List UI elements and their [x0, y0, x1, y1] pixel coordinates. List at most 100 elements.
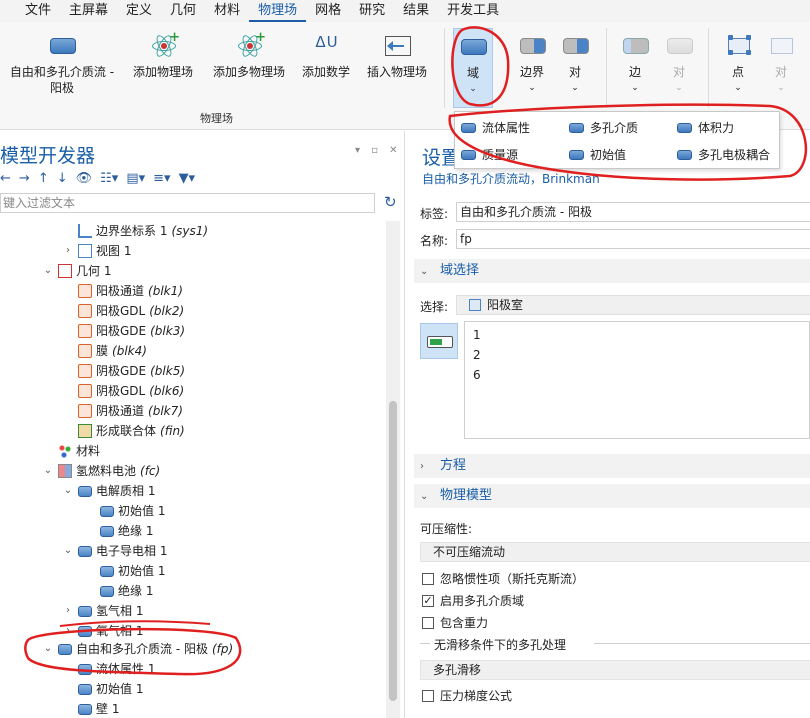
tree-item[interactable]: 材料 — [42, 441, 100, 461]
menu-item-volume-force[interactable]: 体积力 — [677, 119, 734, 136]
tree-item[interactable]: ⌄ 几何 1 — [42, 261, 111, 281]
tree-item[interactable]: 阴极GDL (blk6) — [62, 381, 184, 401]
menu-tab-mesh[interactable]: 网格 — [306, 0, 350, 22]
forward-arrow-icon[interactable]: → — [19, 171, 30, 186]
noslip-dropdown[interactable]: 多孔滑移 — [420, 660, 810, 680]
menu-tab-file[interactable]: 文件 — [16, 0, 60, 22]
domain-button[interactable]: 域 ⌄ — [453, 28, 493, 108]
tree-item[interactable]: ⌄ 电解质相 1 — [62, 481, 156, 501]
up-arrow-icon[interactable]: ↑ — [38, 171, 49, 186]
tree-expand-icon[interactable]: ☷▾ — [100, 171, 118, 186]
include-gravity-checkbox[interactable]: 包含重力 — [422, 614, 488, 631]
list-item[interactable]: 2 — [473, 348, 481, 362]
point-button[interactable]: 点 ⌄ — [720, 28, 756, 96]
pair-button[interactable]: 对 ⌄ — [560, 28, 590, 96]
menu-item-mass-source[interactable]: 质量源 — [461, 146, 518, 163]
tree-collapse-icon[interactable]: ▤▾ — [126, 171, 145, 186]
tree-item[interactable]: ⌄ 电子导电相 1 — [62, 541, 168, 561]
scrollbar-thumb[interactable] — [389, 401, 397, 701]
menu-item-porous-medium[interactable]: 多孔介质 — [569, 119, 638, 136]
section-equation[interactable]: › 方程 — [414, 454, 810, 478]
list-item[interactable]: 6 — [473, 368, 481, 382]
tree-item-selected[interactable]: ⌄ 自由和多孔介质流 - 阳极 (fp) — [42, 639, 233, 659]
chevron-down-icon[interactable]: ⌄ — [62, 541, 74, 561]
refresh-icon[interactable]: ↻ — [384, 193, 397, 211]
tree-item[interactable]: 膜 (blk4) — [62, 341, 147, 361]
edge-pair-icon — [665, 32, 693, 60]
tree-item-label: 视图 1 — [96, 244, 132, 258]
tree-item[interactable]: 阳极GDL (blk2) — [62, 301, 184, 321]
selection-list[interactable]: 1 2 6 — [464, 321, 810, 439]
compressibility-dropdown[interactable]: 不可压缩流动 — [420, 542, 810, 562]
tree-item[interactable]: 初始值 1 — [62, 679, 143, 699]
menu-tab-developer[interactable]: 开发工具 — [438, 0, 508, 22]
tree-item[interactable]: 壁 1 — [62, 699, 119, 718]
list-view-icon[interactable]: ≡▾ — [153, 171, 170, 186]
tree-item[interactable]: 绝缘 1 — [84, 581, 153, 601]
menu-tab-definitions[interactable]: 定义 — [117, 0, 161, 22]
filter-input[interactable]: 键入过滤文本 — [0, 193, 375, 213]
tree-item[interactable]: 阳极通道 (blk1) — [62, 281, 183, 301]
chevron-right-icon[interactable]: › — [62, 621, 74, 641]
label-field[interactable]: 自由和多孔介质流 - 阳极 — [456, 202, 810, 222]
tree-scrollbar[interactable] — [386, 221, 400, 718]
menu-tab-physics[interactable]: 物理场 — [249, 0, 307, 22]
add-math-button[interactable]: ΔU 添加数学 — [298, 28, 354, 80]
section-domain-selection[interactable]: ⌄ 域选择 — [414, 259, 810, 283]
edge-button[interactable]: 边 ⌄ — [618, 28, 652, 96]
tree-item[interactable]: 阴极GDE (blk5) — [62, 361, 185, 381]
tree-item[interactable]: 阴极通道 (blk7) — [62, 401, 183, 421]
tree-item[interactable]: 边界坐标系 1 (sys1) — [62, 221, 208, 241]
insert-physics-button[interactable]: 插入物理场 — [362, 28, 432, 80]
back-arrow-icon[interactable]: ← — [0, 171, 11, 186]
settings-panel: 设置 自由和多孔介质流动，Brinkman 标签: 自由和多孔介质流 - 阳极 … — [414, 131, 810, 718]
menu-tab-home[interactable]: 主屏幕 — [60, 0, 117, 22]
active-toggle-button[interactable] — [420, 323, 458, 359]
pressure-gradient-checkbox[interactable]: 压力梯度公式 — [422, 687, 512, 704]
checkbox-unchecked — [422, 689, 434, 702]
tree-item[interactable]: 绝缘 1 — [84, 521, 153, 541]
model-builder-toolbar: ← → ↑ ↓ 👁 ☷▾ ▤▾ ≡▾ ▼▾ — [0, 169, 405, 187]
menu-item-fluid-properties[interactable]: 流体属性 — [461, 119, 530, 136]
name-caption: 名称: — [420, 234, 449, 248]
chevron-right-icon[interactable]: › — [62, 241, 74, 261]
boundary-button[interactable]: 边界 ⌄ — [514, 28, 550, 96]
menu-tab-results[interactable]: 结果 — [394, 0, 438, 22]
menu-tab-geometry[interactable]: 几何 — [161, 0, 205, 22]
funnel-icon[interactable]: ▼▾ — [179, 171, 196, 186]
panel-window-buttons[interactable]: ▾ ▫ ✕ — [355, 145, 402, 156]
boundary-icon — [518, 32, 546, 60]
menu-tab-study[interactable]: 研究 — [350, 0, 394, 22]
list-item[interactable]: 1 — [473, 328, 481, 342]
menu-tab-materials[interactable]: 材料 — [205, 0, 249, 22]
chevron-down-icon[interactable]: ⌄ — [62, 481, 74, 501]
tree-item[interactable]: ⌄ 氢燃料电池 (fc) — [42, 461, 160, 481]
edge-pair-button[interactable]: 对 ⌄ — [664, 28, 694, 96]
tree-item[interactable]: › 视图 1 — [62, 241, 131, 261]
neglect-inertia-checkbox[interactable]: 忽略惯性项（斯托克斯流） — [422, 570, 584, 587]
tree-item[interactable]: 流体属性 1 — [62, 659, 155, 679]
tree-item[interactable]: 形成联合体 (fin) — [62, 421, 185, 441]
point-pair-button[interactable]: 对 ⌄ — [766, 28, 796, 96]
add-multiphysics-button[interactable]: + 添加多物理场 — [208, 28, 290, 80]
tree-item[interactable]: 初始值 1 — [84, 561, 165, 581]
tree-item[interactable]: 阳极GDE (blk3) — [62, 321, 185, 341]
tree-item-tag: (sys1) — [171, 224, 209, 238]
chevron-down-icon[interactable]: ⌄ — [42, 261, 54, 281]
eye-icon[interactable]: 👁 — [76, 171, 93, 186]
enable-porous-checkbox[interactable]: ✓ 启用多孔介质域 — [422, 592, 524, 609]
tree-item[interactable]: › 氢气相 1 — [62, 601, 143, 621]
chevron-down-icon[interactable]: ⌄ — [42, 461, 54, 481]
chevron-right-icon[interactable]: › — [62, 601, 74, 621]
tree-item[interactable]: 初始值 1 — [84, 501, 165, 521]
selection-dropdown[interactable]: 阳极室 — [456, 295, 810, 315]
free-porous-flow-button[interactable]: 自由和多孔介质流 - 阳极 — [6, 28, 118, 96]
chevron-down-icon[interactable]: ⌄ — [42, 639, 54, 659]
down-arrow-icon[interactable]: ↓ — [57, 171, 68, 186]
tree-item[interactable]: › 氧气相 1 — [62, 621, 143, 641]
section-physics-model[interactable]: ⌄ 物理模型 — [414, 484, 810, 508]
menu-item-initial-values[interactable]: 初始值 — [569, 146, 626, 163]
name-field[interactable]: fp — [456, 229, 810, 249]
add-physics-button[interactable]: + 添加物理场 — [128, 28, 198, 80]
menu-item-porous-electrode-coupling[interactable]: 多孔电极耦合 — [677, 146, 770, 163]
